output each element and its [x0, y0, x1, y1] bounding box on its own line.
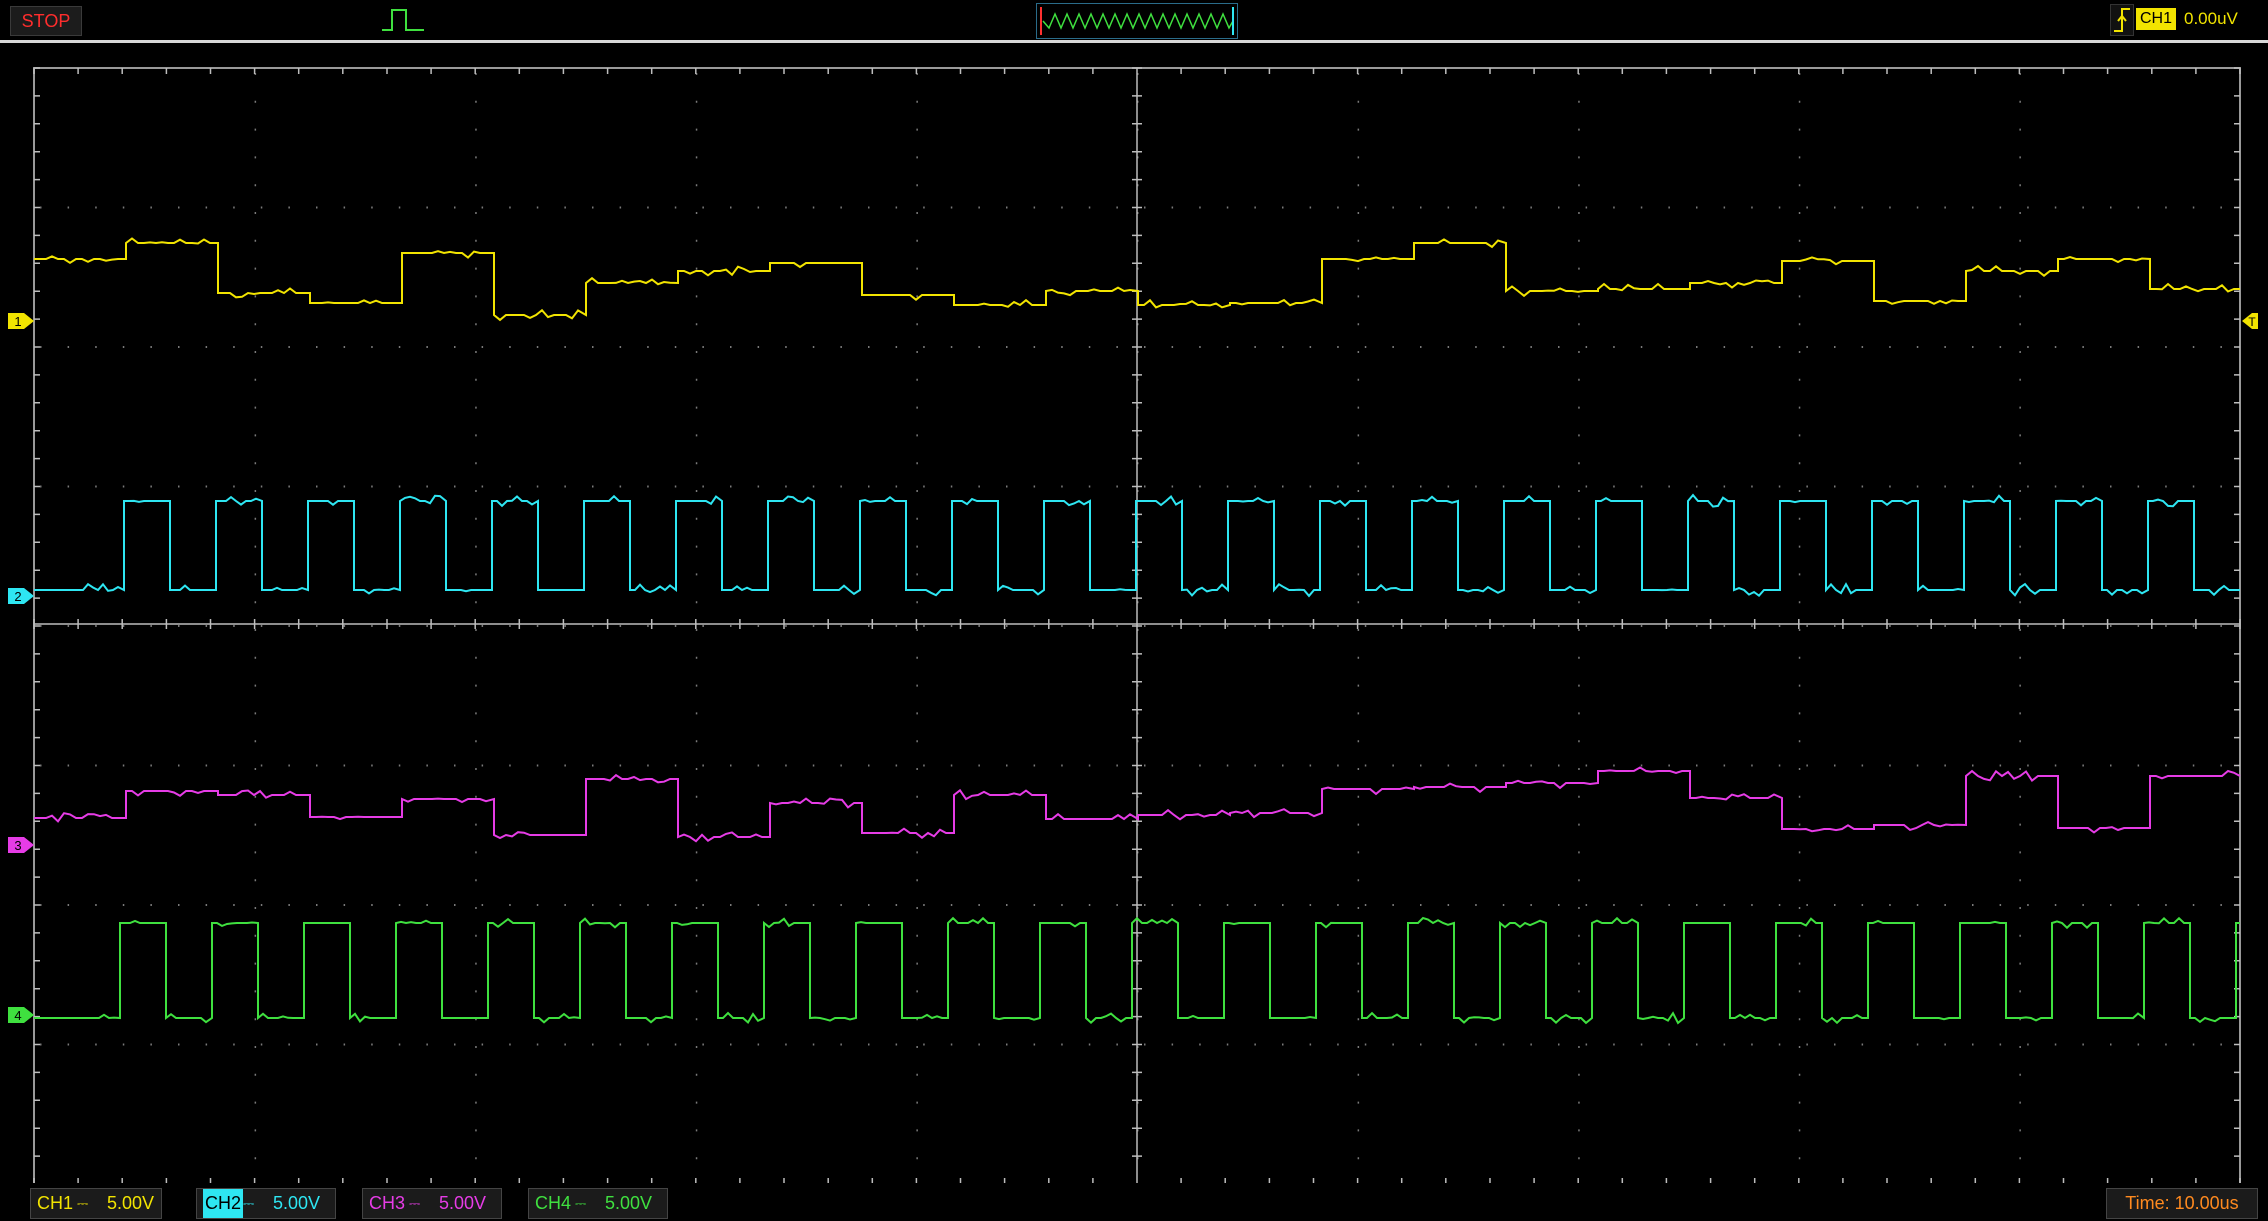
waveform-preview-icon[interactable] [1036, 3, 1238, 39]
ch2-scale-box[interactable]: CH2 ⎓ 5.00V [196, 1188, 336, 1219]
run-stop-button[interactable]: STOP [10, 6, 82, 36]
ch1-coupling-icon: ⎓ [77, 1195, 88, 1211]
ch2-volts-div: 5.00V [273, 1193, 321, 1213]
ch4-coupling-icon: ⎓ [575, 1195, 586, 1211]
ch3-marker-label: 3 [14, 838, 21, 853]
ch1-marker-label: 1 [14, 314, 21, 329]
ch2-coupling-icon: ⎓ [243, 1195, 254, 1211]
ch4-volts-div: 5.00V [605, 1193, 653, 1213]
ch2-name: CH2 [203, 1189, 244, 1218]
oscilloscope-screen[interactable]: 1 2 3 4 T [0, 43, 2268, 1185]
ch1-scale-box[interactable]: CH1 ⎓ 5.00V [30, 1188, 162, 1219]
rising-edge-icon[interactable] [2110, 4, 2134, 36]
timebase-readout[interactable]: Time: 10.00us [2106, 1188, 2258, 1219]
trigger-channel-badge[interactable]: CH1 [2136, 8, 2176, 30]
ch3-coupling-icon: ⎓ [409, 1195, 420, 1211]
single-pulse-icon[interactable] [380, 4, 426, 34]
ch3-name: CH3 [369, 1193, 406, 1213]
top-toolbar: STOP CH1 0.00uV [0, 0, 2268, 40]
ch3-volts-div: 5.00V [439, 1193, 487, 1213]
status-bar: CH1 ⎓ 5.00V CH2 ⎓ 5.00V CH3 ⎓ 5.00V CH4 … [0, 1185, 2268, 1221]
trigger-marker-label: T [2248, 315, 2256, 329]
ch4-marker-label: 4 [14, 1008, 21, 1023]
ch2-marker-label: 2 [14, 589, 21, 604]
trigger-level-value: 0.00uV [2184, 9, 2238, 28]
ch4-scale-box[interactable]: CH4 ⎓ 5.00V [528, 1188, 668, 1219]
ch4-name: CH4 [535, 1193, 572, 1213]
waveform-display[interactable]: 1 2 3 4 T [0, 43, 2268, 1185]
trigger-info: CH1 0.00uV [2110, 4, 2260, 36]
ch1-volts-div: 5.00V [107, 1193, 155, 1213]
ch1-name: CH1 [37, 1193, 74, 1213]
ch3-scale-box[interactable]: CH3 ⎓ 5.00V [362, 1188, 502, 1219]
